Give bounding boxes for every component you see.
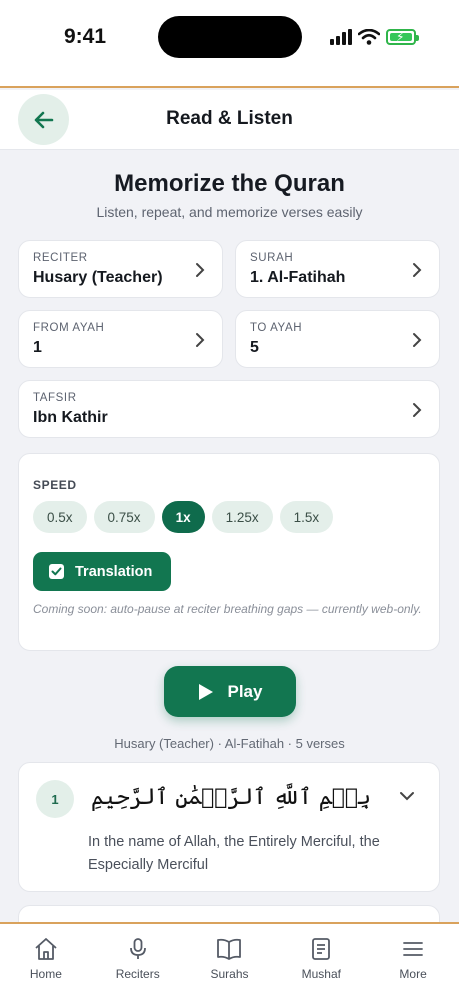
chevron-right-icon xyxy=(413,263,422,277)
tafsir-selector[interactable]: TAFSIR Ibn Kathir xyxy=(18,380,440,438)
tab-home[interactable]: Home xyxy=(0,924,92,999)
verse-translation: In the name of Allah, the Entirely Merci… xyxy=(88,834,380,873)
top-bar: Read & Listen xyxy=(0,90,459,150)
to-ayah-selector[interactable]: TO AYAH 5 xyxy=(235,310,440,368)
chevron-right-icon xyxy=(196,333,205,347)
page-title: Read & Listen xyxy=(166,108,293,129)
dynamic-island xyxy=(158,16,302,58)
translation-toggle[interactable]: Translation xyxy=(33,552,171,591)
hero-subtitle: Listen, repeat, and memorize verses easi… xyxy=(96,204,363,220)
verse-card[interactable]: 1 بِسۡمِ ٱللَّهِ ٱلرَّحۡمَٰنِ ٱلرَّحِيمِ… xyxy=(18,762,440,892)
tab-label: Mushaf xyxy=(301,967,341,981)
tab-label: Home xyxy=(29,967,62,981)
microphone-icon xyxy=(129,938,146,959)
reciter-label: RECITER xyxy=(33,252,88,264)
tab-surahs[interactable]: Surahs xyxy=(184,924,276,999)
from-ayah-selector[interactable]: FROM AYAH 1 xyxy=(18,310,223,368)
status-icons: ⚡ xyxy=(330,27,419,47)
battery-charging-icon: ⚡ xyxy=(386,29,419,45)
hero-title: Memorize the Quran xyxy=(114,170,345,197)
tafsir-label: TAFSIR xyxy=(33,392,77,404)
chevron-right-icon xyxy=(413,333,422,347)
speed-option-1-5x[interactable]: 1.5x xyxy=(279,501,334,533)
speed-option-0-75x[interactable]: 0.75x xyxy=(93,501,155,533)
mushaf-icon xyxy=(312,938,331,960)
verse-number: 1 xyxy=(36,780,74,818)
from-ayah-value: 1 xyxy=(33,339,42,356)
reciter-selector[interactable]: RECITER Husary (Teacher) xyxy=(18,240,223,298)
coming-soon-note: Coming soon: auto-pause at reciter breat… xyxy=(33,602,422,616)
wifi-icon xyxy=(358,29,380,45)
from-ayah-label: FROM AYAH xyxy=(33,322,105,334)
signal-icon xyxy=(330,29,352,45)
tafsir-value: Ibn Kathir xyxy=(33,409,108,426)
tab-label: Reciters xyxy=(115,967,160,981)
tab-mushaf[interactable]: Mushaf xyxy=(275,924,367,999)
bottom-tab-bar: Home Reciters Surahs Mushaf More xyxy=(0,922,459,999)
home-icon xyxy=(35,938,57,960)
status-bar: 9:41 ⚡ xyxy=(0,0,459,88)
tab-label: Surahs xyxy=(210,967,249,981)
to-ayah-label: TO AYAH xyxy=(250,322,303,334)
surah-label: SURAH xyxy=(250,252,294,264)
tab-reciters[interactable]: Reciters xyxy=(92,924,184,999)
book-open-icon xyxy=(217,938,242,960)
surah-value: 1. Al-Fatihah xyxy=(250,269,346,286)
chevron-right-icon xyxy=(413,403,422,417)
play-icon xyxy=(198,683,213,700)
translation-toggle-label: Translation xyxy=(75,563,153,580)
playback-settings-card: SPEED 0.5x 0.75x 1x 1.25x 1.5x Translati… xyxy=(18,453,440,651)
tab-more[interactable]: More xyxy=(367,924,459,999)
to-ayah-value: 5 xyxy=(250,339,259,356)
play-label: Play xyxy=(227,681,263,701)
speed-option-1-25x[interactable]: 1.25x xyxy=(211,501,273,533)
chevron-right-icon xyxy=(196,263,205,277)
speed-options: 0.5x 0.75x 1x 1.25x 1.5x xyxy=(33,501,334,533)
menu-icon xyxy=(403,942,423,956)
chevron-down-icon[interactable] xyxy=(399,790,415,802)
status-time: 9:41 xyxy=(64,25,107,48)
tab-label: More xyxy=(399,967,427,981)
speed-option-0-5x[interactable]: 0.5x xyxy=(33,501,87,533)
surah-selector[interactable]: SURAH 1. Al-Fatihah xyxy=(235,240,440,298)
checkbox-checked-icon xyxy=(49,564,64,579)
reciter-value: Husary (Teacher) xyxy=(33,269,163,286)
verse-arabic-text: بِسۡمِ ٱللَّهِ ٱلرَّحۡمَٰنِ ٱلرَّحِيمِ xyxy=(90,785,371,810)
playlist-meta: Husary (Teacher) · Al-Fatihah · 5 verses xyxy=(114,736,345,751)
play-button[interactable]: Play xyxy=(164,666,296,717)
speed-option-1x[interactable]: 1x xyxy=(161,501,205,533)
speed-label: SPEED xyxy=(33,478,77,492)
